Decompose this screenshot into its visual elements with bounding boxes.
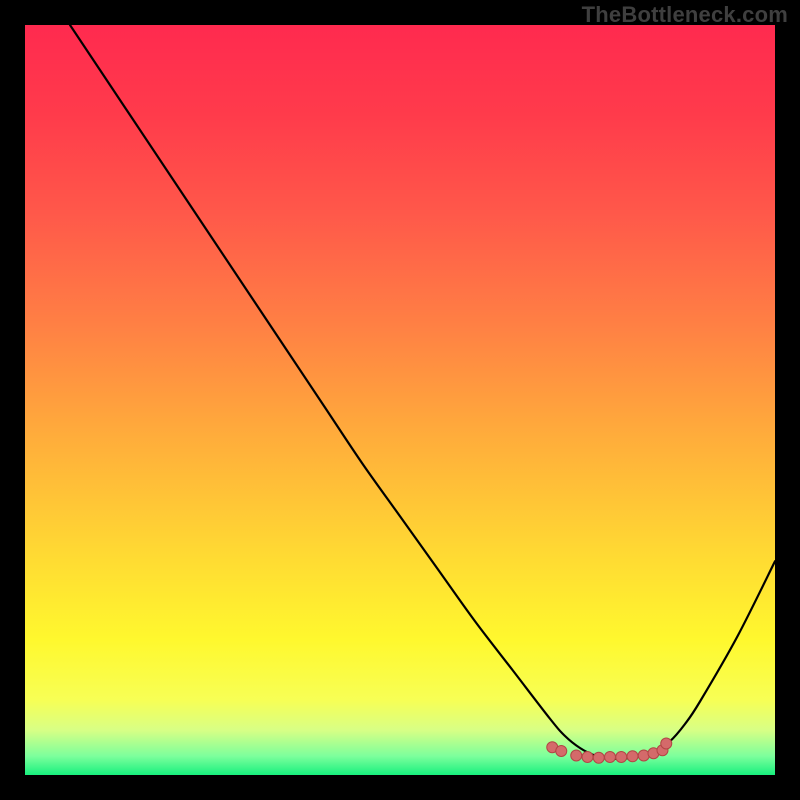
marker-point (571, 750, 582, 761)
plot-gradient-background (25, 25, 775, 775)
marker-point (627, 751, 638, 762)
watermark-text: TheBottleneck.com (582, 2, 788, 28)
marker-point (605, 752, 616, 763)
chart-stage: TheBottleneck.com (0, 0, 800, 800)
bottleneck-chart (0, 0, 800, 800)
marker-point (582, 752, 593, 763)
marker-point (638, 750, 649, 761)
marker-point (616, 752, 627, 763)
marker-point (556, 746, 567, 757)
marker-point (593, 752, 604, 763)
marker-point (661, 738, 672, 749)
